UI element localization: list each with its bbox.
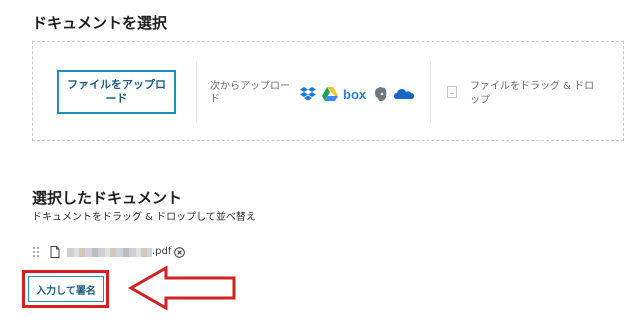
google-drive-icon[interactable]: [321, 86, 339, 102]
drag-handle-icon[interactable]: [33, 246, 41, 260]
drag-drop-hint: ファイルをドラッグ & ドロップ: [470, 81, 595, 106]
redacted-filename: [67, 248, 152, 257]
select-document-heading: ドキュメントを選択: [32, 14, 168, 32]
onedrive-icon[interactable]: [393, 86, 415, 102]
remove-file-icon[interactable]: [174, 247, 185, 258]
divider: [430, 62, 431, 122]
svg-text:box: box: [343, 87, 367, 102]
selected-documents-heading: 選択したドキュメント: [32, 189, 183, 207]
dropbox-icon[interactable]: [299, 86, 317, 102]
evernote-icon[interactable]: [372, 86, 390, 102]
file-icon: [447, 86, 457, 98]
fill-and-sign-button[interactable]: 入力して署名: [28, 276, 104, 302]
annotation-arrow: [128, 265, 236, 311]
upload-file-button[interactable]: ファイルをアップロード: [57, 70, 176, 114]
divider: [196, 62, 197, 122]
reorder-hint: ドキュメントをドラッグ & ドロップして並べ替え: [32, 212, 256, 223]
file-extension: .pdf: [152, 246, 172, 257]
upload-from-label: 次からアップロード: [210, 81, 290, 105]
box-icon[interactable]: box: [343, 86, 367, 102]
document-icon: [50, 246, 60, 258]
